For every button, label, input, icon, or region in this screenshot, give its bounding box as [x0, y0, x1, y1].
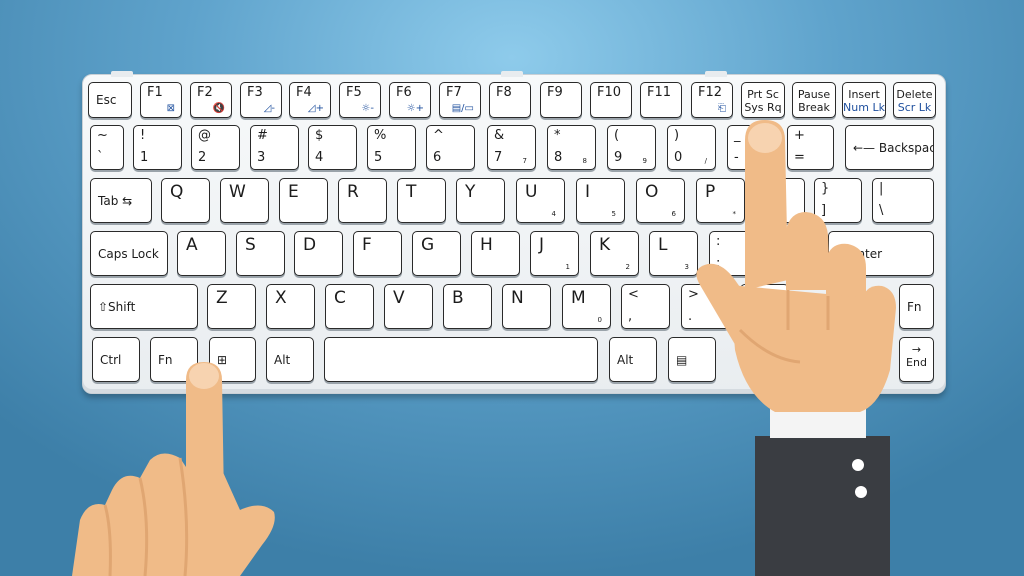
sleeve	[755, 436, 890, 576]
shirt-cuff	[770, 408, 866, 438]
left-hand	[72, 362, 275, 576]
right-hand	[696, 120, 896, 576]
sleeve-button	[855, 486, 867, 498]
hands-illustration	[72, 120, 896, 576]
sleeve-button	[852, 459, 864, 471]
